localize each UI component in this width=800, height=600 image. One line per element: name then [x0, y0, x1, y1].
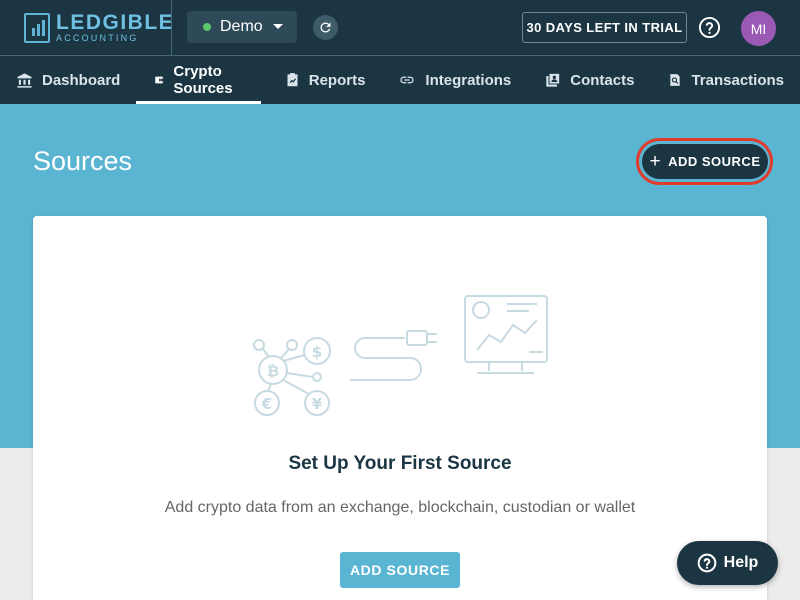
plus-icon: +: [649, 151, 662, 172]
add-source-label: ADD SOURCE: [668, 154, 761, 169]
page-title: Sources: [33, 146, 133, 176]
report-icon: [287, 73, 298, 87]
nav-item-crypto-sources[interactable]: Crypto Sources: [136, 56, 262, 104]
svg-text:€: €: [261, 395, 272, 413]
nav-item-contacts[interactable]: Contacts: [527, 56, 650, 104]
logo-title: LEDGIBLE: [56, 11, 175, 34]
help-circle-icon: [698, 16, 721, 39]
link-icon: [400, 76, 415, 84]
trial-badge[interactable]: 30 DAYS LEFT IN TRIAL: [522, 12, 687, 43]
workspace-label: Demo: [220, 18, 263, 35]
ledgible-logo[interactable]: LEDGIBLE ACCOUNTING: [24, 12, 174, 43]
user-avatar[interactable]: MI: [741, 11, 776, 46]
bank-icon: [17, 72, 32, 88]
contacts-icon: [546, 72, 561, 87]
nav-item-transactions[interactable]: Transactions: [650, 56, 800, 104]
transactions-icon: [670, 74, 681, 86]
top-bar: LEDGIBLE ACCOUNTING Demo 30 DAYS LEFT IN…: [0, 0, 800, 56]
wallet-icon: [155, 76, 164, 84]
svg-text:¥: ¥: [312, 395, 323, 413]
nav-item-integrations[interactable]: Integrations: [381, 56, 527, 104]
empty-state-title: Set Up Your First Source: [288, 453, 512, 474]
svg-text:₿: ₿: [267, 362, 279, 380]
divider: [171, 0, 172, 55]
empty-state-subtitle: Add crypto data from an exchange, blockc…: [164, 499, 636, 516]
refresh-icon: [320, 22, 331, 33]
logo-subtitle: ACCOUNTING: [56, 33, 139, 43]
nav-item-reports[interactable]: Reports: [261, 56, 382, 104]
help-label: Help: [723, 554, 759, 571]
nav-label: Reports: [308, 71, 366, 89]
nav-item-dashboard[interactable]: Dashboard: [0, 56, 136, 104]
nav-label: Contacts: [570, 71, 635, 89]
main-nav: Dashboard Crypto Sources Reports Integra…: [0, 56, 800, 104]
nav-label: Crypto Sources: [173, 63, 233, 97]
help-button[interactable]: Help: [677, 541, 778, 585]
status-dot-icon: [203, 23, 211, 31]
nav-label: Integrations: [425, 71, 512, 89]
nav-label: Transactions: [691, 71, 784, 89]
crypto-connect-illustration: ₿ $ € ¥: [253, 295, 548, 416]
svg-text:$: $: [312, 343, 322, 361]
help-circle-icon: [697, 553, 716, 573]
add-source-button[interactable]: + ADD SOURCE: [642, 144, 768, 179]
empty-state-add-source-button[interactable]: ADD SOURCE: [340, 552, 460, 588]
caret-down-icon: [273, 24, 283, 29]
refresh-button[interactable]: [313, 15, 338, 40]
nav-label: Dashboard: [42, 71, 121, 89]
workspace-select[interactable]: Demo: [187, 11, 297, 43]
help-icon-button[interactable]: [698, 16, 721, 39]
logo-mark-icon: [24, 12, 50, 43]
